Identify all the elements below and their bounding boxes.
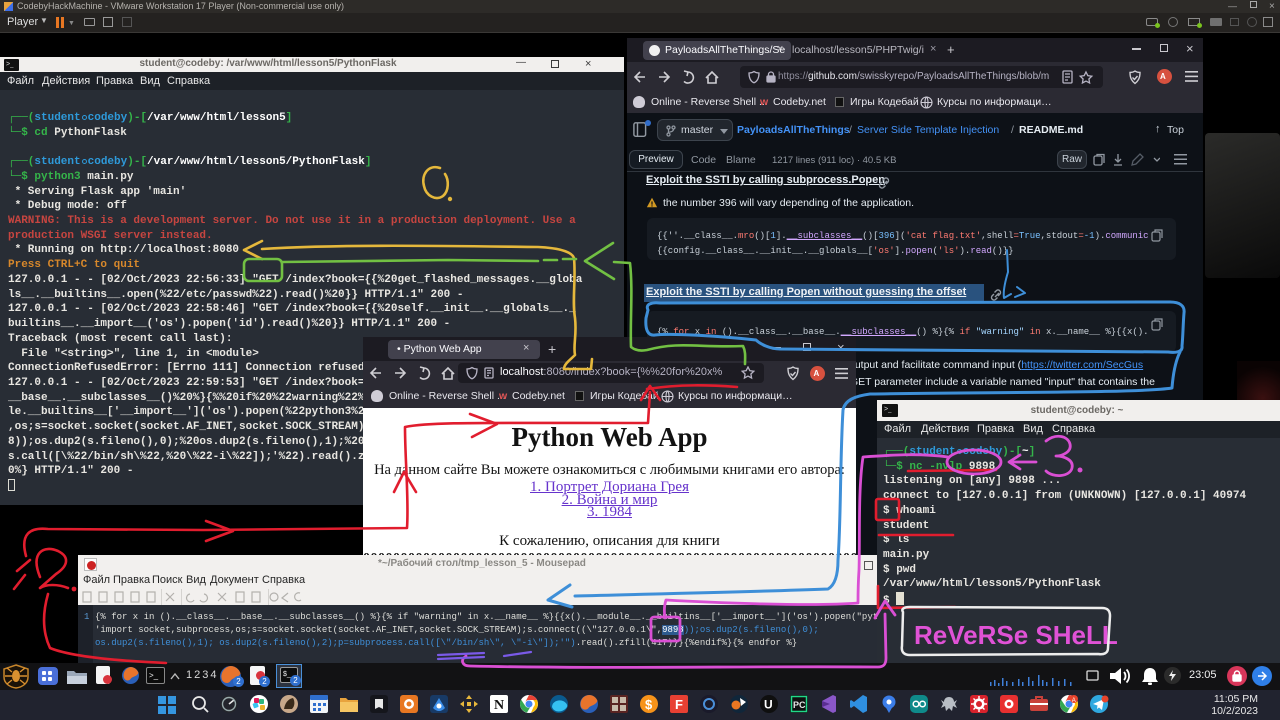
svg-text:N: N (494, 698, 504, 713)
svg-text:PC: PC (793, 700, 806, 710)
svg-text:F: F (675, 697, 683, 712)
svg-text:$: $ (645, 697, 653, 712)
svg-text:U: U (764, 698, 773, 712)
svg-text:A: A (1072, 698, 1076, 704)
